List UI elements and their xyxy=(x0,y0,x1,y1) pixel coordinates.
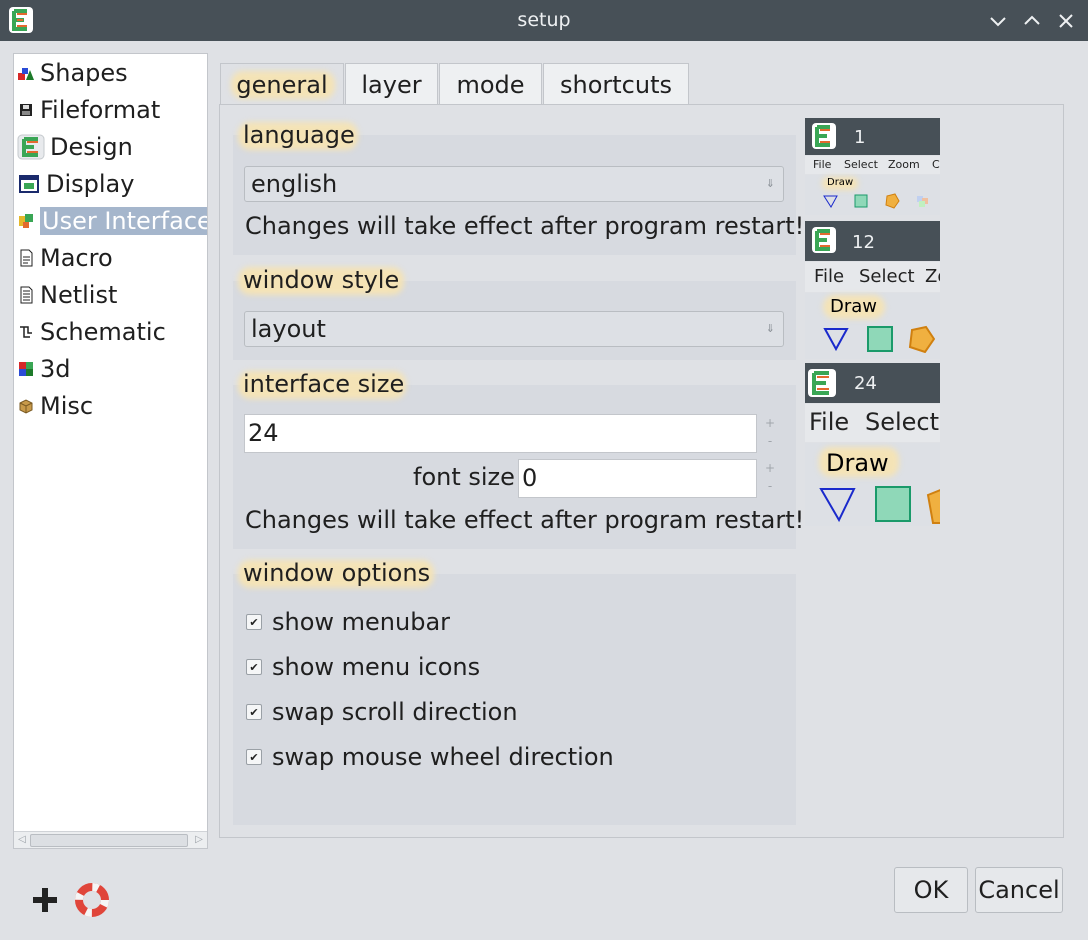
window-style-combobox[interactable]: layout ⇓ xyxy=(244,311,784,347)
preview-menubar: File Select xyxy=(805,404,940,442)
3d-icon xyxy=(16,359,36,379)
scroll-left-icon[interactable]: ◁ xyxy=(16,834,28,846)
font-size-label: font size xyxy=(413,463,515,491)
draw-rect-icon xyxy=(854,194,868,208)
preview-titlebar: 24 xyxy=(805,363,940,403)
draw-rect-icon xyxy=(867,326,893,352)
interface-size-input[interactable]: 24 xyxy=(244,414,757,453)
increment-icon[interactable]: + xyxy=(757,459,783,477)
dropdown-arrow-icon: ⇓ xyxy=(765,177,775,190)
checkmark-icon[interactable]: ✔ xyxy=(246,749,262,765)
increment-icon[interactable]: + xyxy=(757,414,783,432)
draw-rect-icon xyxy=(875,486,911,522)
preview-toolbar: Draw xyxy=(805,175,940,215)
window-style-label: window style xyxy=(243,266,400,294)
window-title: setup xyxy=(517,9,571,31)
interface-size-label: interface size xyxy=(243,370,405,398)
swap-scroll-direction-checkbox[interactable]: ✔ swap scroll direction xyxy=(246,698,518,726)
tree-item-display[interactable]: Display xyxy=(16,167,134,201)
tree-item-schematic[interactable]: Schematic xyxy=(16,315,166,349)
interface-size-stepper[interactable]: + - xyxy=(757,414,783,453)
preview-menubar: File Select Zoom C xyxy=(805,156,940,174)
font-size-stepper[interactable]: + - xyxy=(757,459,783,498)
lifebuoy-help-icon[interactable] xyxy=(74,882,110,918)
title-bar: setup xyxy=(0,0,1088,41)
maximize-button[interactable] xyxy=(1020,9,1044,33)
category-tree[interactable]: Shapes Fileformat Design Display User In… xyxy=(13,53,208,849)
add-icon[interactable] xyxy=(30,885,60,915)
user-interface-icon xyxy=(16,211,36,231)
checkmark-icon[interactable]: ✔ xyxy=(246,659,262,675)
schematic-icon xyxy=(16,322,36,342)
scrollbar-thumb[interactable] xyxy=(30,834,188,847)
preview-toolbar: Draw xyxy=(805,443,940,526)
minimize-button[interactable] xyxy=(986,9,1010,33)
decrement-icon[interactable]: - xyxy=(757,477,783,495)
netlist-icon xyxy=(16,285,36,305)
language-restart-note: Changes will take effect after program r… xyxy=(245,212,805,240)
dropdown-arrow-icon: ⇓ xyxy=(765,322,775,335)
cancel-button[interactable]: Cancel xyxy=(975,867,1063,913)
close-button[interactable] xyxy=(1054,9,1078,33)
language-combobox[interactable]: english ⇓ xyxy=(244,166,784,202)
shapes-icon xyxy=(16,63,36,83)
draw-polygon-icon xyxy=(908,325,935,353)
tree-item-fileformat[interactable]: Fileformat xyxy=(16,93,160,127)
tree-item-design[interactable]: Design xyxy=(16,130,133,164)
draw-polygon-icon xyxy=(926,489,940,524)
window-options-label: window options xyxy=(243,559,431,587)
preview-titlebar: 1 xyxy=(805,118,940,155)
preview-toolbar: Draw xyxy=(805,293,940,359)
preview-size-1: 1 File Select Zoom C Draw xyxy=(805,118,940,218)
macro-icon xyxy=(16,248,36,268)
misc-icon xyxy=(16,396,36,416)
preview-size-24: 24 File Select Draw xyxy=(805,363,940,526)
design-icon xyxy=(16,134,46,160)
tree-item-netlist[interactable]: Netlist xyxy=(16,278,117,312)
tree-horizontal-scrollbar[interactable]: ◁ ▷ xyxy=(14,831,207,848)
draw-line-icon xyxy=(823,195,838,208)
preview-size-12: 12 File Select Zo Draw xyxy=(805,221,940,361)
font-size-input[interactable]: 0 xyxy=(518,459,757,498)
tab-shortcuts[interactable]: shortcuts xyxy=(543,63,689,105)
tab-layer[interactable]: layer xyxy=(345,63,438,105)
draw-polygon-icon xyxy=(885,193,900,209)
tree-item-shapes[interactable]: Shapes xyxy=(16,56,128,90)
tree-item-3d[interactable]: 3d xyxy=(16,352,71,386)
swap-mouse-wheel-direction-checkbox[interactable]: ✔ swap mouse wheel direction xyxy=(246,743,614,771)
language-label: language xyxy=(243,121,355,149)
display-icon xyxy=(16,174,42,194)
scroll-right-icon[interactable]: ▷ xyxy=(193,834,205,846)
show-menubar-checkbox[interactable]: ✔ show menubar xyxy=(246,608,450,636)
preview-titlebar: 12 xyxy=(805,221,940,261)
tree-item-user-interface[interactable]: User Interface xyxy=(16,204,207,238)
show-menu-icons-checkbox[interactable]: ✔ show menu icons xyxy=(246,653,480,681)
tab-general[interactable]: general xyxy=(220,63,344,105)
tab-mode[interactable]: mode xyxy=(439,63,542,105)
draw-line-icon xyxy=(819,488,856,523)
tree-item-misc[interactable]: Misc xyxy=(16,389,93,423)
checkmark-icon[interactable]: ✔ xyxy=(246,704,262,720)
floppy-icon xyxy=(16,100,36,120)
tree-item-macro[interactable]: Macro xyxy=(16,241,113,275)
draw-line-icon xyxy=(823,328,849,352)
interface-size-restart-note: Changes will take effect after program r… xyxy=(245,506,805,534)
checkmark-icon[interactable]: ✔ xyxy=(246,614,262,630)
draw-text-icon xyxy=(917,196,928,207)
decrement-icon[interactable]: - xyxy=(757,432,783,450)
preview-menubar: File Select Zo xyxy=(805,262,940,292)
ok-button[interactable]: OK xyxy=(894,867,968,913)
